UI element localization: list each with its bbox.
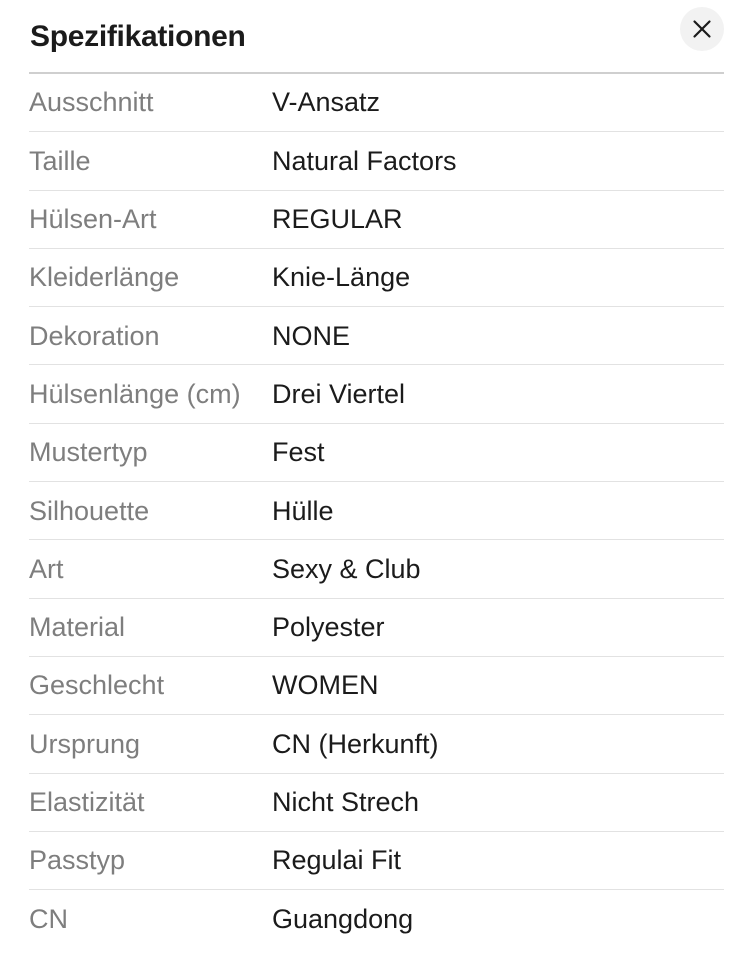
spec-label: Elastizität (29, 787, 145, 818)
close-icon (691, 18, 713, 40)
spec-row: Passtyp Regulai Fit (29, 832, 724, 891)
spec-label: Silhouette (29, 495, 150, 526)
spec-label: Kleiderlänge (29, 262, 180, 293)
spec-row: Hülsen-Art REGULAR (29, 191, 724, 249)
spec-label: Material (29, 612, 126, 643)
spec-label: Ausschnitt (29, 87, 154, 118)
spec-value: Natural Factors (272, 145, 457, 176)
spec-row: Kleiderlänge Knie-Länge (29, 249, 724, 308)
spec-row: Material Polyester (29, 599, 724, 657)
spec-value: Regulai Fit (272, 845, 402, 876)
spec-value: REGULAR (272, 204, 403, 235)
spec-row: CN Guangdong (29, 890, 724, 948)
spec-value: Polyester (272, 612, 385, 643)
spec-label: Passtyp (29, 845, 126, 876)
spec-value: WOMEN (272, 670, 379, 701)
spec-value: Nicht Strech (272, 787, 420, 818)
spec-row: Silhouette Hülle (29, 482, 724, 541)
spec-row: Ursprung CN (Herkunft) (29, 715, 724, 774)
spec-row: Taille Natural Factors (29, 132, 724, 191)
spec-value: Guangdong (272, 904, 414, 935)
spec-label: Art (29, 553, 64, 584)
spec-label: Ursprung (29, 728, 141, 759)
spec-value: Drei Viertel (272, 378, 406, 409)
spec-value: Hülle (272, 495, 334, 526)
spec-label: Taille (29, 145, 91, 176)
spec-value: Fest (272, 437, 325, 468)
spec-label: Geschlecht (29, 670, 165, 701)
spec-row: Hülsenlänge (cm) Drei Viertel (29, 365, 724, 424)
specifications-modal: Spezifikationen Ausschnitt V-Ansatz Taille… (0, 0, 753, 960)
spec-row: Ausschnitt V-Ansatz (29, 74, 724, 133)
spec-label: Hülsen-Art (29, 204, 157, 235)
spec-row: Elastizität Nicht Strech (29, 774, 724, 832)
spec-row: Geschlecht WOMEN (29, 657, 724, 716)
spec-value: Knie-Länge (272, 262, 411, 293)
spec-label: Dekoration (29, 320, 160, 351)
spec-row: Dekoration NONE (29, 307, 724, 366)
spec-value: NONE (272, 320, 351, 351)
spec-row: Art Sexy & Club (29, 540, 724, 599)
close-button[interactable] (680, 7, 724, 51)
spec-value: V-Ansatz (272, 87, 381, 118)
page-title: Spezifikationen (30, 20, 246, 53)
spec-value: CN (Herkunft) (272, 728, 439, 759)
modal-header: Spezifikationen (0, 0, 753, 72)
spec-value: Sexy & Club (272, 553, 421, 584)
spec-row: Mustertyp Fest (29, 424, 724, 483)
spec-label: Hülsenlänge (cm) (29, 378, 241, 409)
spec-label: Mustertyp (29, 437, 148, 468)
spec-label: CN (29, 904, 68, 935)
specifications-list: Ausschnitt V-Ansatz Taille Natural Factors H… (0, 74, 753, 948)
